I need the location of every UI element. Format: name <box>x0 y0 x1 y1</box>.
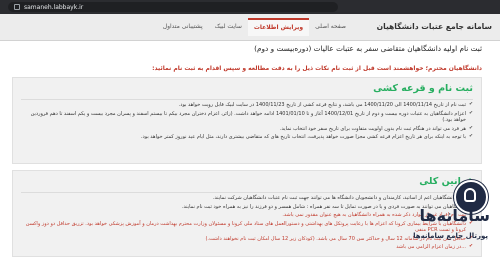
watermark-title: سامانه‌ها <box>419 206 490 225</box>
nav-item-faq[interactable]: پشتیبانی متداول <box>157 18 209 36</box>
nav-item-labbayk-site[interactable]: سایت لبیک <box>209 18 248 36</box>
list-item: اعزام دانشگاهیان به عتبات دوره بیست و دو… <box>21 111 473 124</box>
registration-heading: ثبت نام و قرعه کشی <box>373 83 473 94</box>
intro-notice: دانشگاهیان محترم؛ خواهشمند است قبل از ثب… <box>152 65 482 72</box>
list-item: ثبت نام از تاریخ 1400/11/14 الی 1400/11/… <box>21 102 473 109</box>
divider <box>21 99 473 100</box>
registration-panel: ثبت نام و قرعه کشی ثبت نام از تاریخ 1400… <box>12 77 482 164</box>
main-nav: صفحه اصلی ویرایش اطلاعات سایت لبیک پشتیب… <box>157 18 352 36</box>
url-text: samaneh.labbayk.ir <box>24 3 84 11</box>
page-title: ثبت نام اولیه دانشگاهیان متقاضی سفر به ع… <box>254 44 482 53</box>
watermark-subtitle: پورتال جامع سامانه‌ها <box>413 232 488 240</box>
browser-toolbar: samaneh.labbayk.ir <box>0 0 500 14</box>
nav-item-edit-info[interactable]: ویرایش اطلاعات <box>247 18 310 36</box>
list-item: هر فرد می تواند در هنگام ثبت نام بدون او… <box>21 126 473 133</box>
list-item: با توجه به اینکه برای هر تاریخ اعزام قرع… <box>21 134 473 141</box>
address-bar[interactable]: samaneh.labbayk.ir <box>8 2 338 12</box>
nav-item-home[interactable]: صفحه اصلی <box>309 18 352 36</box>
site-header: سامانه جامع عتبات دانشگاهیان صفحه اصلی و… <box>0 14 500 41</box>
registration-list: ثبت نام از تاریخ 1400/11/14 الی 1400/11/… <box>21 102 473 143</box>
lock-icon <box>14 4 20 10</box>
watermark-logo: سامانه‌ها پورتال جامع سامانه‌ها <box>404 180 494 250</box>
site-brand[interactable]: سامانه جامع عتبات دانشگاهیان <box>377 14 492 40</box>
